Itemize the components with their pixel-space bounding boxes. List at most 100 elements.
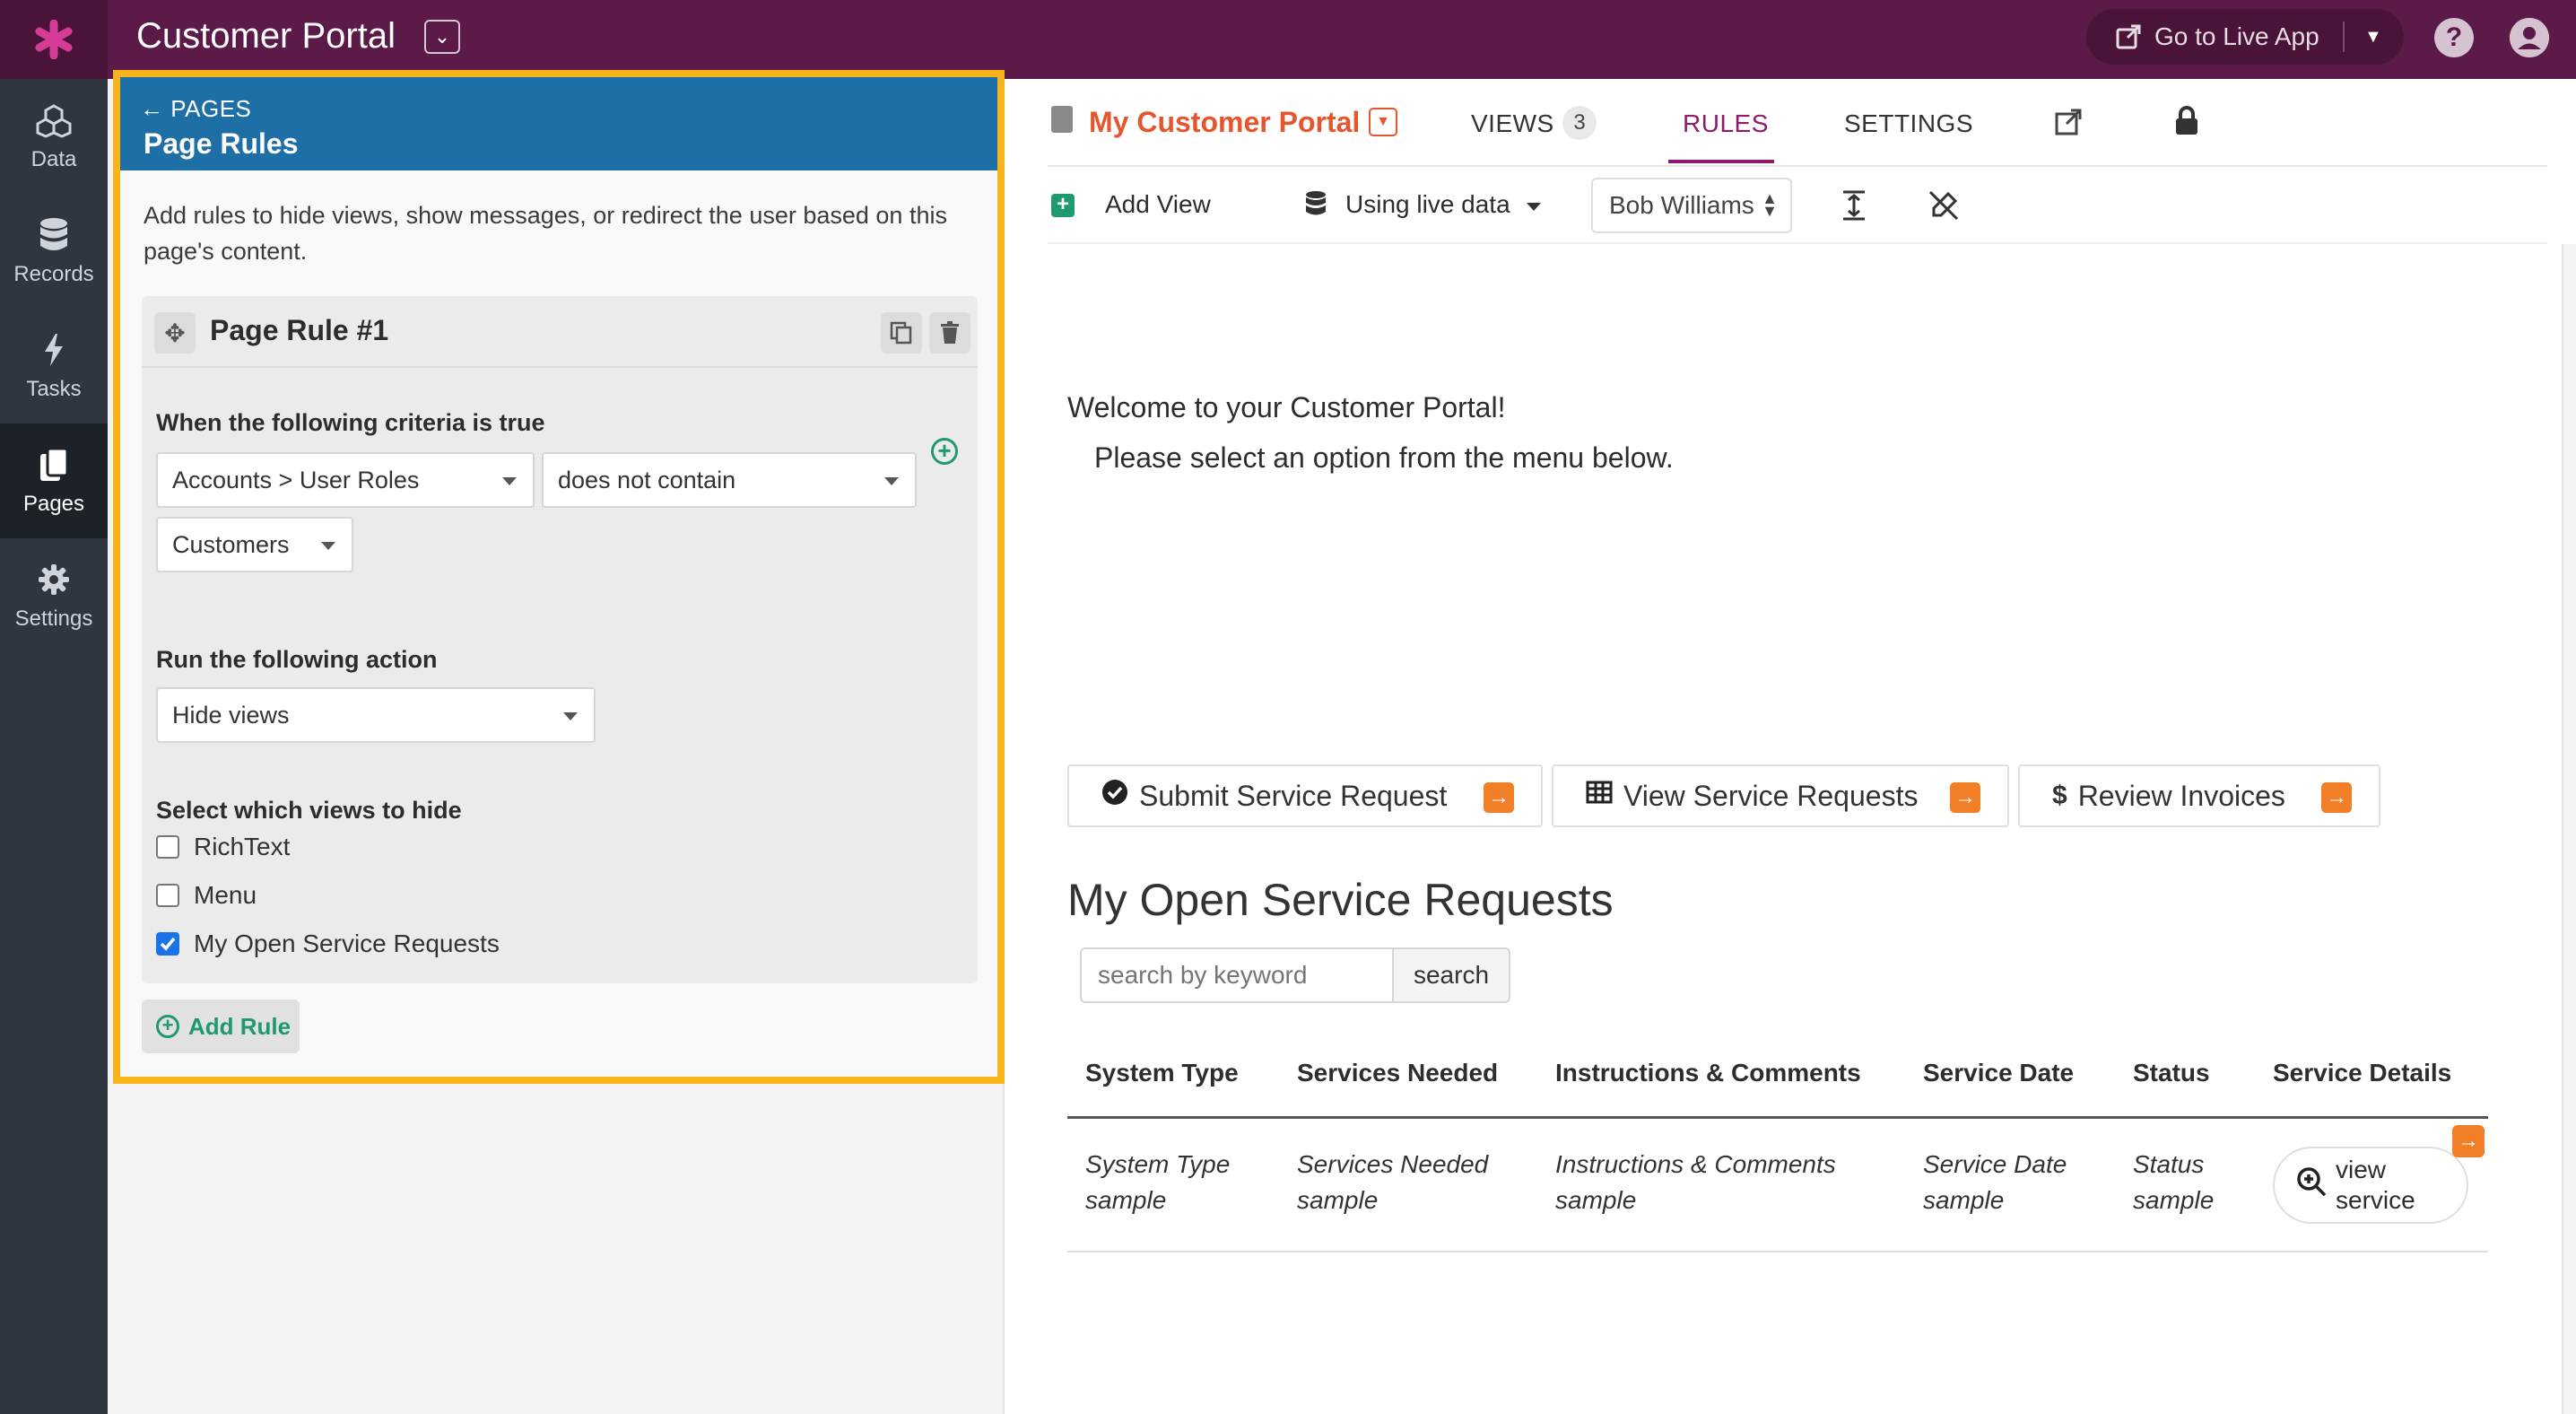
nav-item-data[interactable]: Data <box>0 79 108 194</box>
add-criteria-icon[interactable]: + <box>931 438 958 465</box>
view-checkbox-row[interactable]: My Open Service Requests <box>156 930 500 958</box>
checkmark-icon <box>160 937 176 951</box>
menu-button-review-invoices[interactable]: $ Review Invoices → <box>2018 764 2380 827</box>
table-icon <box>1586 781 1613 811</box>
app-logo[interactable] <box>0 0 108 79</box>
caret-down-icon <box>502 477 517 485</box>
user-selector[interactable]: Bob Williams ▲ ▼ <box>1591 178 1792 233</box>
checkbox[interactable] <box>156 884 179 907</box>
view-checkbox-label: RichText <box>194 833 291 860</box>
preview-scrollbar[interactable] <box>2562 244 2576 1414</box>
table-header-divider <box>1067 1116 2488 1119</box>
account-icon[interactable] <box>2510 18 2549 57</box>
tab-rules[interactable]: RULES <box>1683 109 1769 138</box>
plus-circle-icon: + <box>156 1015 179 1038</box>
page-name[interactable]: My Customer Portal <box>1089 106 1360 139</box>
action-select[interactable]: Hide views <box>156 687 596 743</box>
table-row-divider <box>1067 1251 2488 1253</box>
view-checkbox-row[interactable]: Menu <box>156 881 257 910</box>
action-value: Hide views <box>172 701 290 729</box>
panel-title: Page Rules <box>144 127 299 160</box>
criteria-value: Customers <box>172 530 290 558</box>
search-button[interactable]: search <box>1394 947 1510 1003</box>
tab-views[interactable]: VIEWS <box>1471 109 1554 138</box>
nav-item-records[interactable]: Records <box>0 194 108 309</box>
rule-title: Page Rule #1 <box>210 314 389 346</box>
panel-header: ← PAGES Page Rules <box>120 77 997 170</box>
view-checkbox-row[interactable]: RichText <box>156 833 290 861</box>
lock-icon[interactable] <box>2174 106 2199 141</box>
database-icon <box>34 215 74 255</box>
help-icon[interactable]: ? <box>2434 18 2474 57</box>
gear-icon <box>34 560 74 599</box>
caret-down-icon[interactable]: ▼ <box>2364 27 2382 48</box>
sort-arrows-icon: ▲ ▼ <box>1762 189 1778 220</box>
row-height-icon[interactable] <box>1841 190 1867 225</box>
asterisk-logo-icon <box>35 20 73 59</box>
column-header[interactable]: System Type <box>1085 1059 1239 1087</box>
criteria-field-select[interactable]: Accounts > User Roles <box>156 452 535 508</box>
view-checkbox-label: Menu <box>194 881 257 909</box>
nav-item-pages[interactable]: Pages <box>0 423 108 538</box>
app-title: Customer Portal <box>136 16 396 56</box>
column-header[interactable]: Status <box>2133 1059 2210 1087</box>
arrow-right-icon[interactable]: → <box>2452 1125 2485 1157</box>
column-header[interactable]: Service Date <box>1923 1059 2074 1087</box>
nav-label: Records <box>13 262 94 286</box>
menu-button-label: Review Invoices <box>2077 779 2285 812</box>
menu-button-submit-service-request[interactable]: Submit Service Request → <box>1067 764 1543 827</box>
menu-button-view-service-requests[interactable]: View Service Requests → <box>1552 764 2009 827</box>
views-to-hide-label: Select which views to hide <box>156 797 462 824</box>
pages-icon <box>34 445 74 484</box>
add-view-plus-icon[interactable]: + <box>1051 194 1075 217</box>
table-cell: Services Needed sample <box>1297 1150 1489 1214</box>
menu-button-label: Submit Service Request <box>1139 779 1448 812</box>
table-cell: Instructions & Comments sample <box>1555 1150 1836 1214</box>
table-cell: Service Date sample <box>1923 1150 2067 1214</box>
go-live-label: Go to Live App <box>2154 22 2319 50</box>
tab-settings[interactable]: SETTINGS <box>1844 109 1973 138</box>
menu-button-label: View Service Requests <box>1623 779 1919 812</box>
cubes-icon <box>34 100 74 140</box>
view-checkbox-label: My Open Service Requests <box>194 930 500 957</box>
page-switcher-caret-icon[interactable]: ▼ <box>1369 108 1397 136</box>
go-to-live-app-button[interactable]: Go to Live App ▼ <box>2086 9 2404 65</box>
page-rule-card: ✥ Page Rule #1 When the following criter… <box>142 296 978 983</box>
page-toolbar <box>1048 170 2547 244</box>
search-input[interactable] <box>1080 947 1394 1003</box>
arrow-right-icon: → <box>2321 782 2352 813</box>
nav-item-tasks[interactable]: Tasks <box>0 309 108 423</box>
criteria-value-select[interactable]: Customers <box>156 517 353 572</box>
column-header: Service Details <box>2273 1059 2452 1087</box>
page-rules-panel: ← PAGES Page Rules Add rules to hide vie… <box>113 70 1005 1084</box>
copy-rule-button[interactable] <box>881 312 922 354</box>
external-link-icon[interactable] <box>2054 108 2083 141</box>
app-switcher-dropdown[interactable]: ⌄ <box>424 20 460 54</box>
dollar-icon: $ <box>2052 781 2067 810</box>
table-cell: Status sample <box>2133 1150 2215 1214</box>
column-header[interactable]: Services Needed <box>1297 1059 1498 1087</box>
view-service-label: view service <box>2336 1156 2415 1214</box>
back-to-pages-link[interactable]: ← PAGES <box>140 95 251 123</box>
design-off-icon[interactable] <box>1928 190 1959 225</box>
add-view-button[interactable]: Add View <box>1105 190 1211 219</box>
delete-rule-button[interactable] <box>929 312 970 354</box>
panel-description: Add rules to hide views, show messages, … <box>144 202 947 265</box>
criteria-operator-select[interactable]: does not contain <box>542 452 917 508</box>
database-icon <box>1304 190 1327 222</box>
nav-label: Data <box>30 147 77 171</box>
move-handle-icon[interactable]: ✥ <box>154 312 196 354</box>
caret-down-icon <box>563 712 578 720</box>
caret-down-icon <box>321 542 335 550</box>
caret-down-icon[interactable] <box>1527 203 1541 211</box>
arrow-right-icon: → <box>1484 782 1514 813</box>
column-header[interactable]: Instructions & Comments <box>1555 1059 1861 1087</box>
add-rule-button[interactable]: + Add Rule <box>142 999 300 1053</box>
checkbox-checked[interactable] <box>156 932 179 956</box>
selected-user: Bob Williams <box>1609 191 1754 219</box>
checkbox[interactable] <box>156 835 179 859</box>
nav-item-settings[interactable]: Settings <box>0 538 108 653</box>
criteria-label: When the following criteria is true <box>156 409 545 436</box>
live-data-dropdown[interactable]: Using live data <box>1345 190 1510 219</box>
view-service-button[interactable]: view service <box>2273 1147 2468 1224</box>
